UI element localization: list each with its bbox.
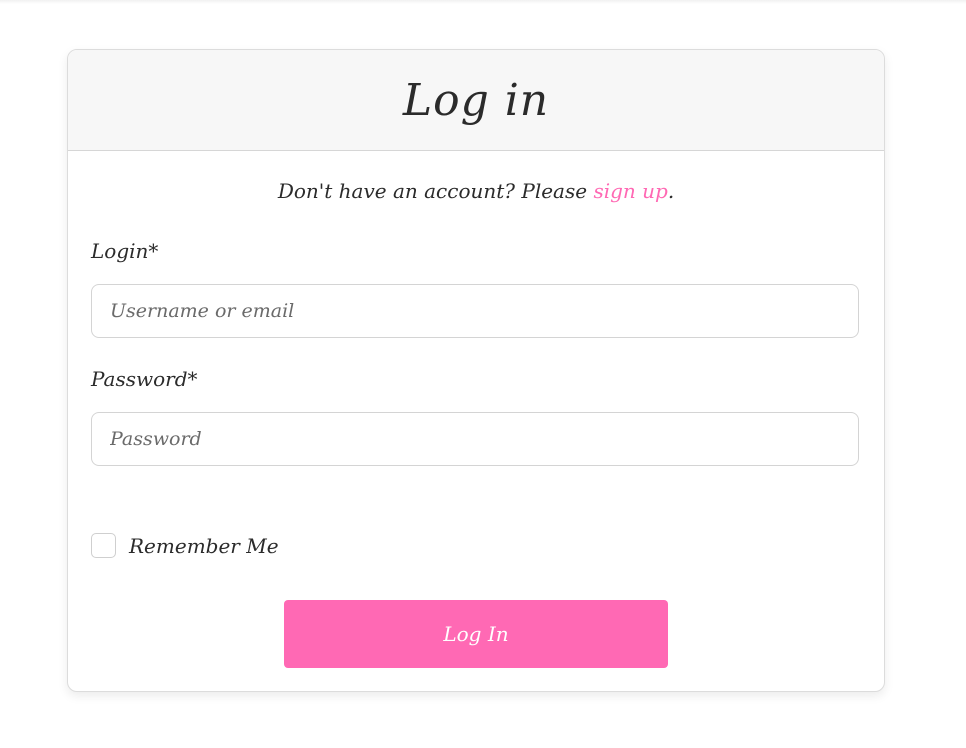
remember-me-label[interactable]: Remember Me (129, 534, 279, 558)
login-card: Log in Don't have an account? Please sig… (67, 49, 885, 692)
password-label: Password* (91, 367, 198, 391)
signup-prompt-text: Don't have an account? Please (277, 179, 594, 203)
login-input[interactable] (91, 284, 859, 338)
remember-me-checkbox[interactable] (91, 533, 116, 558)
signup-prompt: Don't have an account? Please sign up. (68, 179, 884, 203)
login-label: Login* (91, 239, 159, 263)
remember-me-row: Remember Me (91, 533, 279, 558)
card-header: Log in (68, 50, 884, 151)
login-button[interactable]: Log In (284, 600, 668, 668)
page-title: Log in (402, 74, 550, 126)
top-divider (0, 0, 966, 4)
password-input[interactable] (91, 412, 859, 466)
signup-prompt-period: . (667, 179, 675, 203)
signup-link[interactable]: sign up (593, 179, 667, 203)
